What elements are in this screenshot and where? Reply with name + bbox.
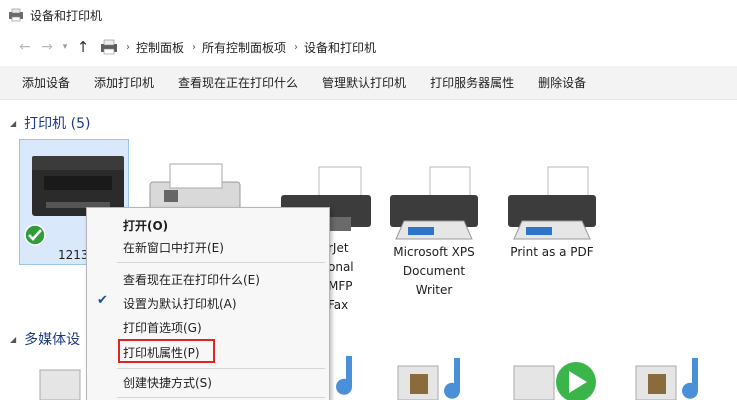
menu-separator (117, 397, 325, 398)
breadcrumb-all-items[interactable]: 所有控制面板项 (202, 39, 286, 56)
devices-printers-icon (101, 39, 117, 55)
checkmark-icon: ✔ (97, 293, 108, 308)
remove-device-button[interactable]: 删除设备 (538, 74, 586, 91)
printers-group-title: 打印机 (5) (24, 116, 91, 132)
devices-printers-icon (9, 8, 23, 22)
breadcrumb-separator: › (294, 41, 299, 53)
play-media-icon[interactable] (512, 356, 608, 400)
menu-item-see-whats-printing[interactable]: 查看现在正在打印什么(E) (123, 271, 260, 288)
device-label: 1213 (58, 248, 89, 262)
add-printer-button[interactable]: 添加打印机 (94, 74, 154, 91)
pdf-printer-icon (508, 166, 596, 240)
device-microsoft-xps[interactable]: Microsoft XPS Document Writer (379, 165, 489, 305)
up-arrow-icon[interactable]: ↑ (72, 38, 94, 56)
command-bar: 添加设备 添加打印机 查看现在正在打印什么 管理默认打印机 打印服务器属性 删除… (0, 66, 737, 100)
music-note-icon[interactable] (330, 352, 370, 400)
xps-printer-icon (390, 166, 478, 240)
breadcrumb-separator: › (126, 41, 130, 53)
multimedia-group-title: 多媒体设 (24, 332, 81, 348)
printers-group-header[interactable]: ◢ 打印机 (5) (10, 113, 90, 133)
menu-separator (117, 368, 325, 369)
see-whats-printing-button[interactable]: 查看现在正在打印什么 (178, 74, 298, 91)
media-device-icon[interactable] (396, 356, 488, 400)
menu-item-set-default[interactable]: 设置为默认打印机(A) (123, 295, 237, 312)
context-menu: 打开(O) 在新窗口中打开(E) 查看现在正在打印什么(E) ✔ 设置为默认打印… (86, 207, 330, 400)
window-title: 设备和打印机 (30, 8, 103, 23)
menu-item-printer-properties[interactable]: 打印机属性(P) (123, 344, 200, 361)
media-device-icon[interactable] (634, 356, 726, 400)
collapse-arrow-icon[interactable]: ◢ (10, 335, 16, 344)
breadcrumb-separator: › (192, 41, 197, 53)
menu-item-printing-preferences[interactable]: 打印首选项(G) (123, 319, 202, 336)
collapse-arrow-icon[interactable]: ◢ (10, 119, 16, 128)
menu-item-open[interactable]: 打开(O) (123, 217, 168, 234)
menu-separator (117, 262, 325, 263)
manage-default-printers-button[interactable]: 管理默认打印机 (322, 74, 406, 91)
device-label: Microsoft XPS Document Writer (393, 245, 475, 297)
add-device-button[interactable]: 添加设备 (22, 74, 70, 91)
device-print-as-pdf[interactable]: Print as a PDF (497, 165, 607, 265)
default-check-icon (24, 224, 46, 246)
device-label: rJet onal MFP Fax (328, 241, 354, 312)
breadcrumb-devices-printers[interactable]: 设备和打印机 (304, 39, 376, 56)
print-server-properties-button[interactable]: 打印服务器属性 (430, 74, 514, 91)
title-bar: 设备和打印机 (0, 0, 737, 30)
chevron-down-icon[interactable]: ▾ (58, 42, 72, 52)
address-bar: ← → ▾ ↑ › 控制面板 › 所有控制面板项 › 设备和打印机 (0, 30, 737, 64)
breadcrumb-control-panel[interactable]: 控制面板 (136, 39, 184, 56)
device-label: Print as a PDF (510, 245, 594, 259)
media-device-icon[interactable] (38, 364, 88, 400)
back-arrow-icon[interactable]: ← (14, 39, 36, 55)
multimedia-group-header[interactable]: ◢ 多媒体设 (10, 329, 80, 349)
forward-arrow-icon[interactable]: → (36, 39, 58, 55)
menu-item-create-shortcut[interactable]: 创建快捷方式(S) (123, 374, 212, 391)
menu-item-open-new-window[interactable]: 在新窗口中打开(E) (123, 239, 224, 256)
